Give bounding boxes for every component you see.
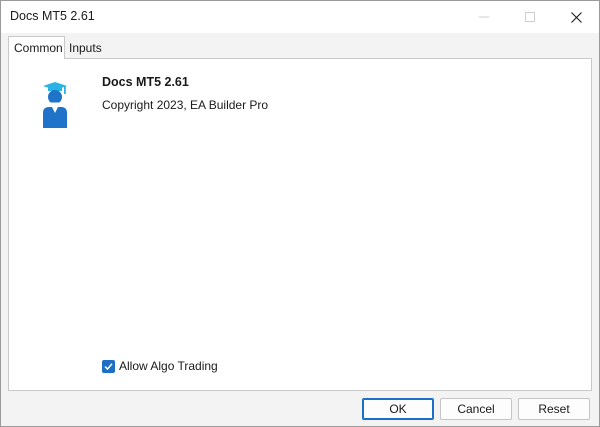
title-bar[interactable]: Docs MT5 2.61 bbox=[1, 1, 599, 33]
window-title: Docs MT5 2.61 bbox=[10, 9, 95, 23]
close-icon bbox=[570, 11, 582, 23]
cancel-button[interactable]: Cancel bbox=[440, 398, 512, 420]
reset-button[interactable]: Reset bbox=[518, 398, 590, 420]
allow-algo-trading-option[interactable]: Allow Algo Trading bbox=[102, 358, 218, 374]
allow-algo-trading-label: Allow Algo Trading bbox=[119, 359, 218, 373]
close-button[interactable] bbox=[553, 1, 599, 33]
minimize-button[interactable] bbox=[461, 1, 507, 33]
checkmark-icon bbox=[104, 362, 113, 370]
common-tab-panel: Docs MT5 2.61 Copyright 2023, EA Builder… bbox=[8, 58, 592, 391]
tab-strip: Common Inputs bbox=[1, 33, 599, 59]
app-name: Docs MT5 2.61 bbox=[102, 75, 189, 89]
allow-algo-trading-checkbox[interactable] bbox=[102, 359, 115, 373]
tab-inputs[interactable]: Inputs bbox=[64, 38, 107, 58]
tab-common[interactable]: Common bbox=[8, 36, 65, 59]
ok-button[interactable]: OK bbox=[362, 398, 434, 420]
dialog-window: Docs MT5 2.61 Common Inputs Docs MT5 2.6… bbox=[0, 0, 600, 427]
button-bar: OK Cancel Reset bbox=[1, 393, 599, 426]
maximize-button[interactable] bbox=[507, 1, 553, 33]
minimize-icon bbox=[479, 16, 489, 18]
maximize-icon bbox=[525, 12, 535, 22]
copyright-text: Copyright 2023, EA Builder Pro bbox=[102, 98, 269, 112]
graduate-user-icon bbox=[43, 82, 67, 128]
